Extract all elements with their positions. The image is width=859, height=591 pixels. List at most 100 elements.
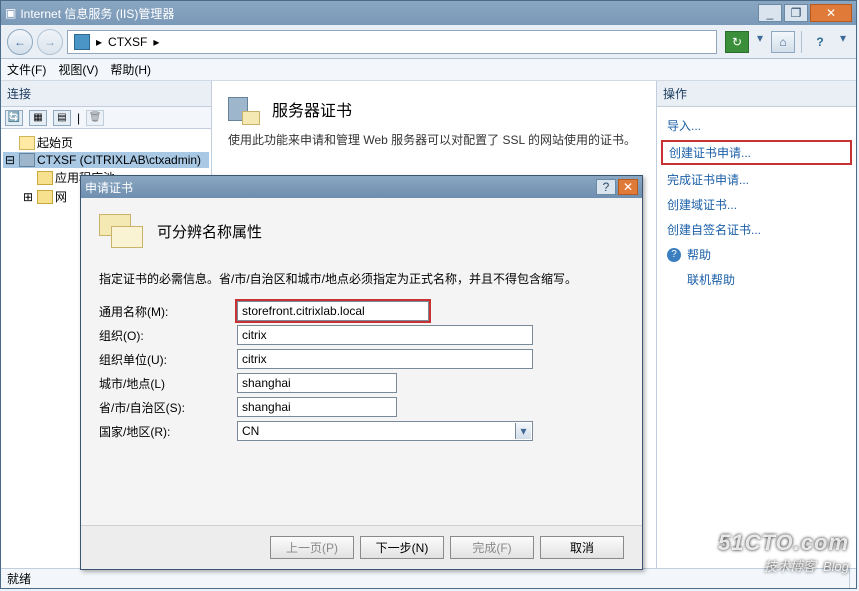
label-state: 省/市/自治区(S): [99,399,237,416]
input-value: shanghai [242,376,291,390]
server-tree-icon [19,153,35,167]
label-common-name: 通用名称(M): [99,303,237,320]
expand-icon[interactable]: ⊞ [21,190,35,204]
country-select[interactable]: CN ▾ [237,421,533,441]
window-titlebar: ▣ Internet 信息服务 (IIS)管理器 _ ❐ ✕ [1,1,856,25]
menu-view[interactable]: 视图(V) [58,61,98,78]
window-title: Internet 信息服务 (IIS)管理器 [20,5,174,22]
content-title: 服务器证书 [272,97,352,121]
input-value: shanghai [242,400,291,414]
dialog-heading: 可分辨名称属性 [157,221,262,242]
refresh-button[interactable]: ↻ [725,31,749,53]
action-create-domain-cert[interactable]: 创建域证书... [657,192,856,217]
menu-bar: 文件(F) 视图(V) 帮助(H) [1,59,856,81]
watermark: 51CTO.com 技术博客 Blog [718,530,849,575]
start-page-icon [19,136,35,150]
action-help[interactable]: ? 帮助 [657,242,856,267]
help-context-button[interactable]: ? [808,31,832,53]
watermark-line3: Blog [823,559,849,574]
actions-heading: 操作 [657,81,856,107]
dialog-titlebar: 申请证书 ? ✕ [81,176,642,198]
label-country: 国家/地区(R): [99,423,237,440]
city-input[interactable]: shanghai [237,373,397,393]
toolbar-separator: | [77,111,80,125]
toolbar-btn-4[interactable]: 🗑 [86,110,104,126]
dialog-description: 指定证书的必需信息。省/市/自治区和城市/地点必须指定为正式名称，并且不得包含缩… [99,270,624,287]
tree-start-page[interactable]: 起始页 [3,133,209,152]
dialog-footer: 上一页(P) 下一步(N) 完成(F) 取消 [81,525,642,569]
toolbar-btn-2[interactable]: ▦ [29,110,47,126]
action-label: 创建自签名证书... [667,221,761,238]
label-organization: 组织(O): [99,327,237,344]
refresh-dropdown-icon[interactable]: ▾ [753,31,767,45]
connections-toolbar: 🔄 ▦ ▤ | 🗑 [1,107,211,129]
input-value: citrix [242,328,267,342]
action-label: 联机帮助 [687,271,735,288]
watermark-line2: 技术博客 [764,559,816,574]
action-online-help[interactable]: 联机帮助 [657,267,856,292]
tree-label: CTXSF (CITRIXLAB\ctxadmin) [37,153,201,167]
dialog-body: 可分辨名称属性 指定证书的必需信息。省/市/自治区和城市/地点必须指定为正式名称… [81,198,642,525]
breadcrumb-bar[interactable]: ▸ CTXSF ▸ [67,30,717,54]
certificate-wizard-icon [99,214,143,248]
menu-file[interactable]: 文件(F) [7,61,46,78]
actions-pane: 操作 导入... 创建证书申请... 完成证书申请... 创建域证书... 创建… [656,81,856,568]
breadcrumb-sep-icon: ▸ [96,35,102,49]
action-complete-cert-request[interactable]: 完成证书申请... [657,167,856,192]
tree-label: 网 [55,188,67,205]
home-button[interactable]: ⌂ [771,31,795,53]
apppool-icon [37,171,53,185]
request-certificate-dialog: 申请证书 ? ✕ 可分辨名称属性 指定证书的必需信息。省/市/自治区和城市/地点… [80,175,643,570]
tree-label: 起始页 [37,134,73,151]
next-button[interactable]: 下一步(N) [360,536,444,559]
server-certificates-icon [228,93,260,125]
back-button[interactable]: ← [7,29,33,55]
label-city: 城市/地点(L) [99,375,237,392]
minimize-button[interactable]: _ [758,4,782,22]
dialog-close-button[interactable]: ✕ [618,179,638,195]
action-label: 导入... [667,117,701,134]
separator [801,31,802,53]
prev-button[interactable]: 上一页(P) [270,536,354,559]
maximize-button[interactable]: ❐ [784,4,808,22]
dropdown-arrow-icon[interactable]: ▾ [515,423,531,439]
action-import[interactable]: 导入... [657,113,856,138]
finish-button[interactable]: 完成(F) [450,536,534,559]
organization-input[interactable]: citrix [237,325,533,345]
action-label: 创建证书申请... [669,144,751,161]
action-label: 帮助 [687,246,711,263]
input-value: citrix [242,352,267,366]
action-create-cert-request[interactable]: 创建证书申请... [661,140,852,165]
sites-icon [37,190,53,204]
toolbar-btn-1[interactable]: 🔄 [5,110,23,126]
state-input[interactable]: shanghai [237,397,397,417]
action-label: 完成证书申请... [667,171,749,188]
common-name-input[interactable]: storefront.citrixlab.local [237,301,429,321]
watermark-line1: 51CTO.com [718,530,849,556]
breadcrumb-tail-icon: ▸ [153,35,159,49]
toolbar-btn-3[interactable]: ▤ [53,110,71,126]
tree-server-node[interactable]: ⊟ CTXSF (CITRIXLAB\ctxadmin) [3,152,209,168]
cancel-button[interactable]: 取消 [540,536,624,559]
breadcrumb-server[interactable]: CTXSF [108,35,147,49]
iis-icon: ▣ [5,6,16,20]
help-dropdown-icon[interactable]: ▾ [836,31,850,45]
collapse-icon[interactable]: ⊟ [3,153,17,167]
action-create-self-signed[interactable]: 创建自签名证书... [657,217,856,242]
action-label: 创建域证书... [667,196,737,213]
content-description: 使用此功能来申请和管理 Web 服务器可以对配置了 SSL 的网站使用的证书。 [212,131,656,156]
menu-help[interactable]: 帮助(H) [110,61,151,78]
dialog-help-button[interactable]: ? [596,179,616,195]
org-unit-input[interactable]: citrix [237,349,533,369]
help-icon: ? [667,248,681,262]
close-button[interactable]: ✕ [810,4,852,22]
forward-button[interactable]: → [37,29,63,55]
connections-heading: 连接 [1,81,211,107]
server-icon [74,34,90,50]
dialog-title: 申请证书 [85,179,594,196]
label-org-unit: 组织单位(U): [99,351,237,368]
nav-toolbar: ← → ▸ CTXSF ▸ ↻ ▾ ⌂ ? ▾ [1,25,856,59]
input-value: storefront.citrixlab.local [242,304,365,318]
select-value: CN [242,424,259,438]
status-text: 就绪 [7,570,639,587]
